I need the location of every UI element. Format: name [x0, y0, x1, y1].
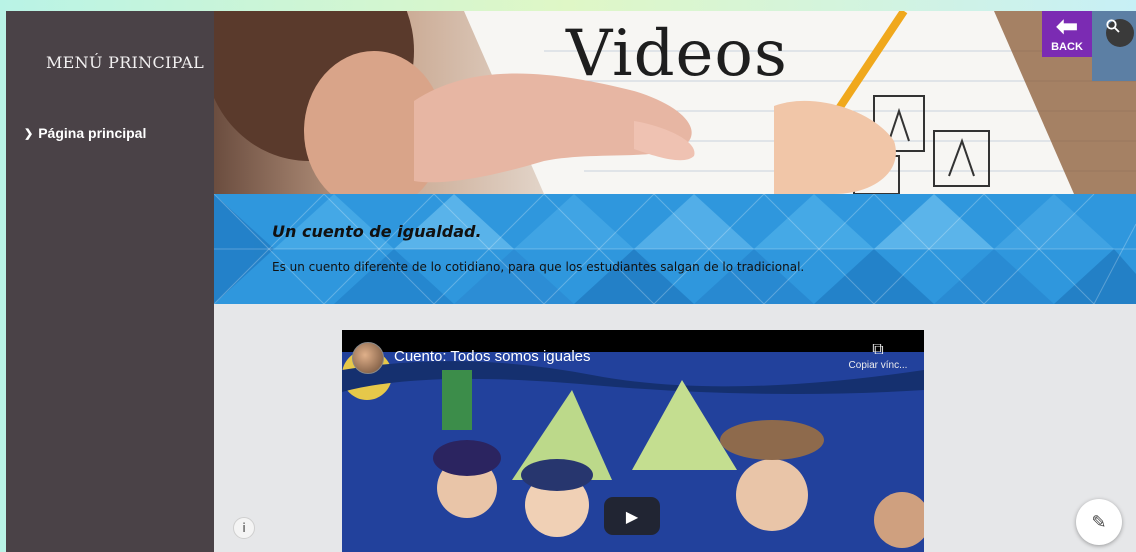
channel-avatar[interactable] [352, 342, 384, 374]
section-band: Un cuento de igualdad. Es un cuento dife… [214, 194, 1136, 304]
back-button[interactable]: ⬅ BACK [1042, 11, 1092, 57]
section-description: Es un cuento diferente de lo cotidiano, … [272, 260, 805, 274]
copy-link-button[interactable]: ⧉ Copiar vínc... [838, 340, 918, 371]
back-label: BACK [1051, 41, 1083, 53]
section-subtitle: Un cuento de igualdad. [272, 222, 482, 241]
page-title: Videos [566, 17, 788, 91]
arrow-left-icon: ⬅ [1056, 11, 1078, 41]
chevron-down-icon: ❯ [24, 127, 34, 140]
play-button[interactable]: ▶ [604, 497, 660, 535]
video-title[interactable]: Cuento: Todos somos iguales [394, 348, 591, 365]
sidebar-item-pagina-principal[interactable]: ❯ Página principal [24, 125, 146, 141]
search-icon [1106, 19, 1120, 33]
sidebar-item-label: Página principal [38, 125, 147, 141]
sidebar: MENÚ PRINCIPAL ❯ Página principal [6, 11, 214, 552]
sidebar-title: MENÚ PRINCIPAL [46, 53, 205, 72]
info-icon[interactable]: i [233, 517, 255, 539]
band-pattern [214, 194, 1136, 304]
video-embed[interactable]: Cuento: Todos somos iguales ⧉ Copiar vín… [342, 330, 924, 552]
header-banner: Videos ⬅ BACK [214, 11, 1136, 194]
copy-link-label: Copiar vínc... [848, 360, 908, 371]
copy-icon: ⧉ [872, 341, 884, 358]
page-frame: MENÚ PRINCIPAL ❯ Página principal Videos… [6, 11, 1136, 552]
play-icon: ▶ [625, 506, 639, 526]
search-button[interactable] [1106, 19, 1134, 47]
edit-button[interactable]: ✎ [1076, 499, 1122, 545]
pencil-icon: ✎ [1091, 511, 1107, 533]
